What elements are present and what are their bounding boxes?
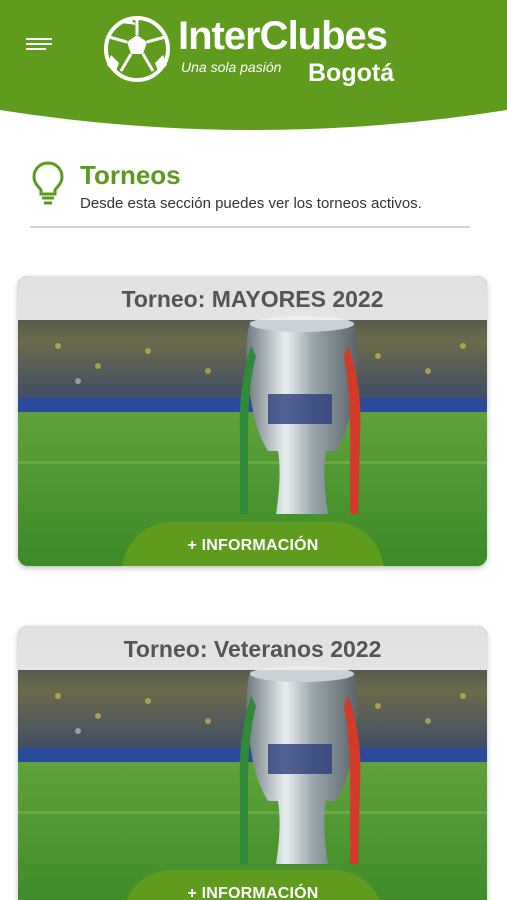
page-title: Torneos	[80, 160, 181, 190]
more-info-button[interactable]: + INFORMACIÓN	[122, 522, 384, 566]
app-header: InterClubes Una sola pasión Bogotá	[0, 0, 507, 135]
page-description: Desde esta sección puedes ver los torneo…	[80, 195, 422, 212]
hamburger-menu-icon[interactable]	[26, 38, 56, 60]
section-divider	[30, 226, 470, 228]
brand-city: Bogotá	[308, 59, 395, 87]
tournament-title: Torneo: MAYORES 2022	[18, 276, 487, 320]
soccer-ball-logo-icon	[104, 16, 170, 82]
tournament-card[interactable]: Torneo: Veteranos 2022 + INFORMACIÓN	[18, 626, 487, 900]
brand-slogan: Una sola pasión	[181, 59, 282, 75]
more-info-button[interactable]: + INFORMACIÓN	[122, 870, 384, 900]
tournament-title: Torneo: Veteranos 2022	[18, 626, 487, 670]
brand-title: InterClubes	[178, 14, 388, 58]
lightbulb-icon	[32, 161, 64, 205]
tournament-card[interactable]: Torneo: MAYORES 2022 + INFORMACIÓN	[18, 276, 487, 566]
